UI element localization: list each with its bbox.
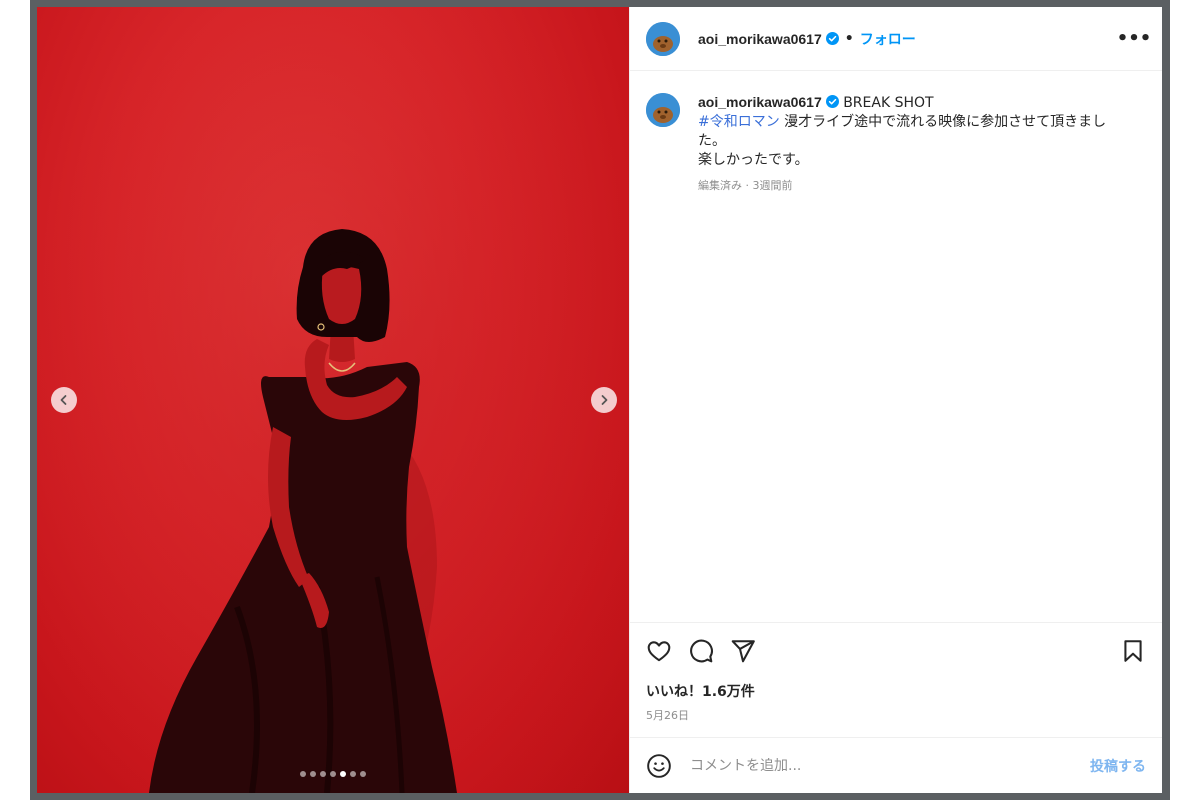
post-photo (37, 7, 629, 793)
caption-avatar[interactable] (646, 93, 680, 127)
header-separator: • (844, 30, 854, 47)
action-bar (646, 623, 1146, 679)
photo-woman-in-black-dress (37, 7, 629, 793)
caption-meta: 編集済み · 3週間前 (698, 179, 793, 192)
smiley-icon (647, 753, 671, 778)
carousel-dot (310, 771, 316, 777)
caption-username[interactable]: aoi_morikawa0617 (698, 94, 822, 110)
caption-body: aoi_morikawa0617 BREAK SHOT #令和ロマン 漫才ライブ… (698, 93, 1106, 195)
carousel-dot (360, 771, 366, 777)
post-username[interactable]: aoi_morikawa0617 (698, 31, 822, 47)
carousel-dot (320, 771, 326, 777)
actions-area: いいね！1.6万件 5月26日 (630, 622, 1162, 737)
caption-text: 漫才ライブ途中で流れる映像に参加させて頂きまし (779, 114, 1107, 130)
chevron-left-icon (60, 395, 67, 405)
heart-icon (647, 641, 671, 662)
carousel-dot (330, 771, 336, 777)
follow-button[interactable]: フォロー (860, 29, 916, 49)
comment-bubble-icon (690, 639, 713, 663)
likes-count[interactable]: いいね！1.6万件 (646, 681, 1146, 701)
avatar-image (646, 93, 680, 127)
post-side-panel: aoi_morikawa0617 • フォロー ••• aoi_morikawa… (629, 7, 1162, 793)
caption-text: た。 (698, 133, 726, 149)
carousel-indicator (37, 771, 629, 777)
verified-badge-icon (825, 32, 839, 45)
carousel-dot (350, 771, 356, 777)
caption-title: BREAK SHOT (843, 95, 934, 111)
carousel-dot (340, 771, 346, 777)
caption: aoi_morikawa0617 BREAK SHOT #令和ロマン 漫才ライブ… (646, 93, 1146, 195)
like-button[interactable] (646, 638, 672, 664)
comment-button[interactable] (688, 638, 714, 664)
post-date: 5月26日 (646, 709, 689, 722)
verified-badge-icon (825, 95, 839, 108)
caption-text: 楽しかったです。 (698, 152, 809, 168)
comment-form: 投稿する (630, 737, 1162, 793)
more-options-button[interactable]: ••• (1117, 27, 1152, 51)
comments-area[interactable]: aoi_morikawa0617 BREAK SHOT #令和ロマン 漫才ライブ… (630, 71, 1162, 622)
post-modal: aoi_morikawa0617 • フォロー ••• aoi_morikawa… (37, 7, 1162, 793)
carousel-dot (300, 771, 306, 777)
avatar-image (646, 21, 680, 56)
post-header: aoi_morikawa0617 • フォロー ••• (630, 7, 1162, 71)
more-icon: ••• (1116, 28, 1152, 49)
carousel-next-button[interactable] (591, 387, 617, 413)
chevron-right-icon (601, 395, 608, 405)
share-button[interactable] (730, 638, 756, 664)
paper-plane-icon (731, 640, 755, 663)
bookmark-icon (1124, 640, 1142, 662)
caption-hashtag[interactable]: #令和ロマン (698, 114, 780, 130)
post-comment-button[interactable]: 投稿する (1090, 756, 1146, 776)
carousel-prev-button[interactable] (51, 387, 77, 413)
save-button[interactable] (1120, 638, 1146, 664)
comment-input[interactable] (690, 757, 1090, 774)
emoji-button[interactable] (646, 753, 672, 779)
avatar[interactable] (646, 21, 680, 56)
